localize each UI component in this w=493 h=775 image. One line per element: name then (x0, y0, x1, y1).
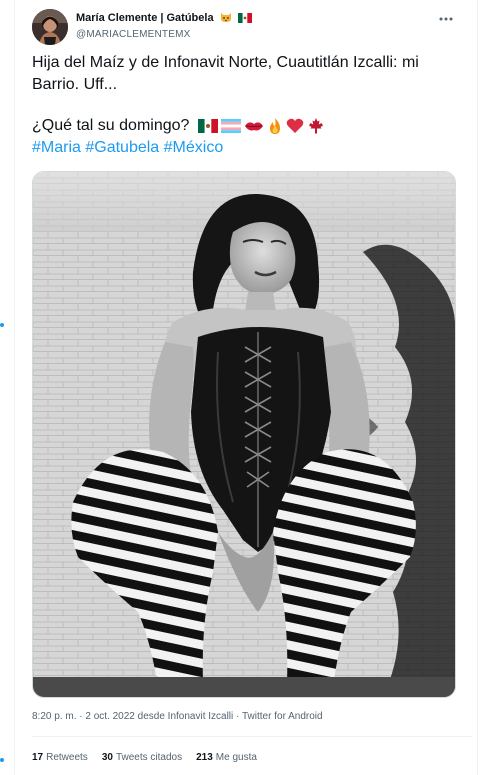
kiss-mark-icon (244, 122, 263, 131)
stat-count: 17 (32, 752, 44, 763)
hashtag-row: #Maria #Gatubela #México (32, 137, 462, 159)
tweet-date[interactable]: 2 oct. 2022 (85, 711, 134, 722)
hashtag-link[interactable]: #México (164, 139, 224, 156)
rail-indicator-dot (0, 323, 4, 327)
tweet-question: ¿Qué tal su domingo? (32, 117, 190, 134)
stat-count: 213 (196, 752, 213, 763)
maple-leaf-icon (308, 118, 323, 134)
mexico-flag-icon (197, 119, 218, 133)
stat-label: Retweets (46, 752, 88, 763)
ellipsis-icon (439, 17, 453, 21)
left-rail (0, 0, 15, 775)
rail-indicator-dot (0, 758, 4, 762)
tweet-card: María Clemente | Gatúbela @MARIACLEMENTE… (15, 0, 478, 775)
mexico-flag-icon (237, 13, 252, 27)
fire-icon (269, 118, 280, 134)
tweet-header: María Clemente | Gatúbela @MARIACLEMENTE… (76, 11, 416, 42)
tweet-client[interactable]: Twitter for Android (242, 711, 323, 722)
stat-likes[interactable]: 213 Me gusta (196, 751, 257, 765)
stat-count: 30 (101, 752, 113, 763)
tweet-text: Hija del Maíz y de Infonavit Norte, Cuau… (32, 52, 462, 159)
stat-label: Me gusta (215, 752, 257, 763)
hashtag-link[interactable]: #Maria (32, 139, 81, 156)
stat-quote-tweets[interactable]: 30 Tweets citados (102, 751, 182, 765)
tweet-photo[interactable] (32, 171, 456, 698)
tweet-text-line-2: ¿Qué tal su domingo? (32, 115, 462, 137)
meta-separator: · (79, 711, 83, 722)
red-heart-icon (286, 118, 304, 133)
avatar[interactable] (32, 9, 68, 45)
meta-separator: · (236, 711, 240, 722)
photo-image (33, 172, 455, 697)
transgender-flag-icon (220, 119, 241, 133)
stat-label: Tweets citados (115, 752, 183, 763)
stat-retweets[interactable]: 17 Retweets (32, 751, 88, 765)
author-display-name[interactable]: María Clemente | Gatúbela (76, 12, 214, 24)
author-name-row[interactable]: María Clemente | Gatúbela (76, 11, 416, 27)
tweet-time[interactable]: 8:20 p. m. (32, 711, 76, 722)
emoji-row (197, 117, 325, 135)
author-handle[interactable]: @MARIACLEMENTEMX (76, 28, 416, 42)
tweet-stats: 17 Retweets 30 Tweets citados 213 Me gusta (32, 751, 257, 765)
more-options-button[interactable] (435, 8, 457, 30)
tweet-location[interactable]: desde Infonavit Izcalli (138, 711, 234, 722)
divider (32, 736, 472, 737)
tweet-text-line-1: Hija del Maíz y de Infonavit Norte, Cuau… (32, 54, 419, 93)
cat-face-emoji-icon (220, 11, 232, 27)
hashtag-link[interactable]: #Gatubela (85, 139, 159, 156)
tweet-meta: 8:20 p. m. · 2 oct. 2022 desde Infonavit… (32, 710, 323, 724)
